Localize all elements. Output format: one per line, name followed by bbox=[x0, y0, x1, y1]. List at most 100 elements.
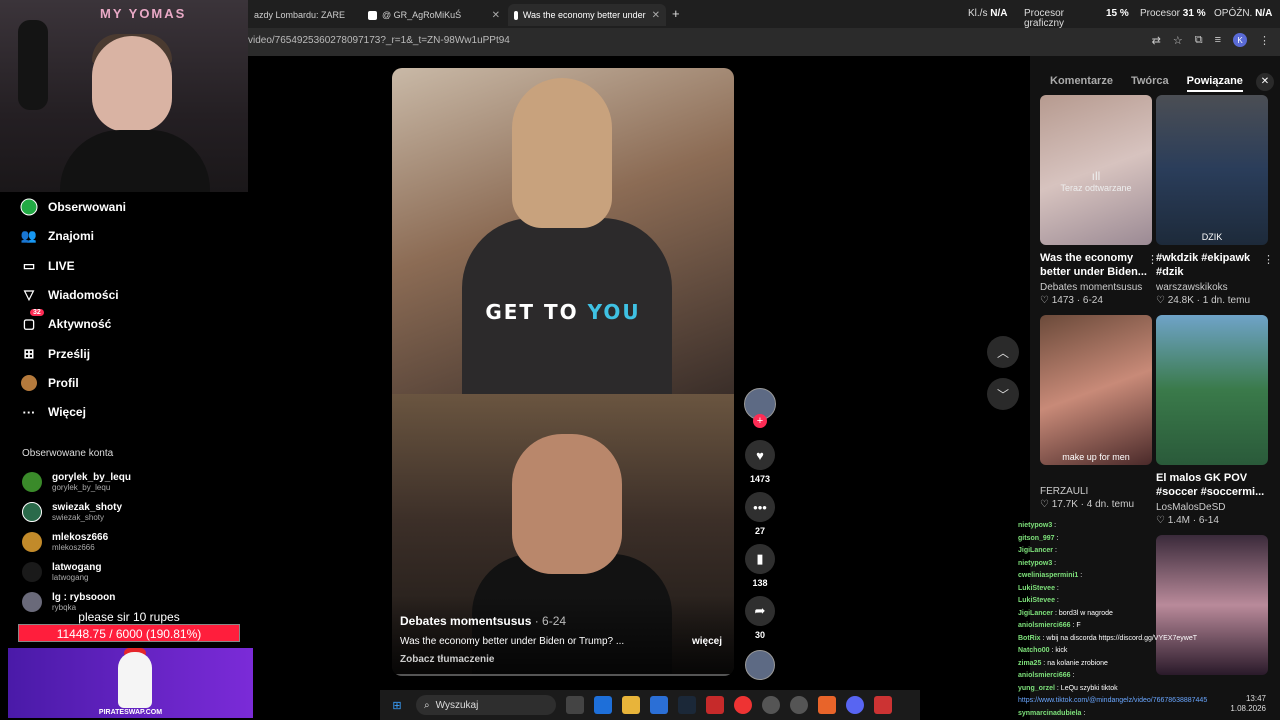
sidebar-item-friends[interactable]: 👥 Znajomi bbox=[20, 224, 94, 248]
chat-message: aniolsmierci666 : bbox=[1018, 672, 1075, 679]
like-button[interactable]: ♥ 1473 bbox=[745, 440, 775, 484]
sidebar-item-profile[interactable]: Profil bbox=[20, 371, 79, 395]
reading-list-icon[interactable]: ≡ bbox=[1215, 34, 1221, 46]
toolbar-icons: ⇄ ☆ ⧉ ≡ K ⋮ bbox=[1152, 33, 1270, 47]
extensions-icon[interactable]: ⧉ bbox=[1195, 34, 1203, 47]
translate-link[interactable]: Zobacz tłumaczenie bbox=[400, 654, 494, 665]
chat-user: Natcho00 bbox=[1018, 647, 1050, 654]
sound-avatar[interactable] bbox=[745, 650, 775, 680]
browser-tab-2[interactable]: @ GR_AgRoMiKuŚ ✕ bbox=[362, 4, 506, 26]
browser-tab-active[interactable]: Was the economy better under ✕ bbox=[508, 4, 666, 26]
discord-icon[interactable] bbox=[846, 696, 864, 714]
sidebar-item-live[interactable]: ▭ LIVE bbox=[20, 254, 75, 278]
author-name: Debates momentsusus bbox=[400, 614, 532, 628]
card-stats: ♡ 24.8K · 1 dn. temu bbox=[1156, 295, 1251, 306]
chat-text: F bbox=[1076, 622, 1081, 629]
profile-avatar[interactable]: K bbox=[1233, 33, 1247, 47]
new-tab-button[interactable]: + bbox=[672, 6, 680, 21]
more-options-icon[interactable]: ⋮ bbox=[1263, 253, 1274, 266]
chat-text: bord3l w nagrode bbox=[1058, 609, 1113, 617]
close-icon[interactable]: ✕ bbox=[646, 10, 660, 21]
speaker-woman bbox=[512, 78, 612, 228]
search-placeholder: Wyszukaj bbox=[435, 699, 479, 711]
more-button[interactable]: więcej bbox=[692, 636, 722, 647]
video-thumbnail: DZIK bbox=[1156, 95, 1268, 245]
live-icon: ▭ bbox=[22, 258, 36, 273]
card-title: #wkdzik #ekipawk #dzik bbox=[1156, 252, 1251, 278]
avatar bbox=[22, 502, 42, 522]
address-bar[interactable]: video/7654925360278097173?_r=1&_t=ZN-98W… bbox=[248, 28, 1280, 56]
comment-button[interactable]: ••• 27 bbox=[745, 492, 775, 536]
sidebar-item-more[interactable]: ··· Więcej bbox=[20, 400, 86, 424]
bookmark-icon: ▮ bbox=[745, 544, 775, 574]
taskbar-search[interactable]: ⌕ Wyszukaj bbox=[416, 695, 556, 715]
sidebar-item-messages[interactable]: ▽ Wiadomości bbox=[20, 283, 119, 307]
related-video-card[interactable]: DZIK #wkdzik #ekipawk #dzik warszawskiko… bbox=[1156, 95, 1274, 306]
previous-video-button[interactable]: ︿ bbox=[987, 336, 1019, 368]
stream-chat: nietypow3 : gitson_997 : JigiLancer : ni… bbox=[1018, 520, 1280, 720]
mail-icon[interactable] bbox=[594, 696, 612, 714]
chat-user: JigiLancer bbox=[1018, 547, 1054, 554]
follow-plus-icon[interactable]: + bbox=[753, 414, 767, 428]
windows-start-icon[interactable]: ⊞ bbox=[388, 696, 406, 714]
folder-icon[interactable] bbox=[622, 696, 640, 714]
close-icon[interactable]: ✕ bbox=[345, 10, 346, 21]
related-video-card[interactable]: El malos GK POV #soccer #soccermi... Los… bbox=[1156, 315, 1268, 526]
translate-icon[interactable]: ⇄ bbox=[1152, 34, 1161, 47]
account-name: mlekosz666 bbox=[52, 532, 109, 543]
close-icon[interactable]: ✕ bbox=[1256, 73, 1274, 91]
menu-icon[interactable]: ⋮ bbox=[1259, 34, 1270, 47]
task-view-icon[interactable] bbox=[566, 696, 584, 714]
browser-tab-1[interactable]: azdy Lombardu: ZARE ✕ bbox=[248, 4, 346, 26]
ad-label: PIRATESWAP.COM bbox=[98, 709, 163, 716]
video-author[interactable]: Debates momentsusus · 6-24 bbox=[400, 614, 566, 628]
chat-user: nietypow3 bbox=[1018, 559, 1053, 567]
share-button[interactable]: ➦ 30 bbox=[745, 596, 775, 640]
card-title bbox=[1040, 471, 1152, 485]
shield-icon[interactable] bbox=[874, 696, 892, 714]
sidebar-item-followed[interactable]: Obserwowani bbox=[20, 195, 126, 219]
followed-account[interactable]: lg : rybsooon rybqka bbox=[22, 592, 115, 612]
close-icon[interactable]: ✕ bbox=[486, 10, 500, 21]
account-name: swiezak_shoty bbox=[52, 502, 123, 513]
tab-creator[interactable]: Twórca bbox=[1131, 75, 1169, 92]
followed-account[interactable]: mlekosz666 mlekosz666 bbox=[22, 532, 108, 552]
tab-comments[interactable]: Komentarze bbox=[1050, 75, 1113, 92]
next-video-button[interactable]: ﹀ bbox=[987, 378, 1019, 410]
video-player[interactable]: GET TO YOU Debates momentsusus · 6-24 Wa… bbox=[392, 68, 734, 676]
save-button[interactable]: ▮ 138 bbox=[745, 544, 775, 588]
tab-related[interactable]: Powiązane bbox=[1186, 75, 1243, 92]
like-count: 1473 bbox=[749, 474, 771, 484]
perf-gpu-label: Procesor graficzny bbox=[1024, 8, 1065, 29]
system-clock[interactable]: 13:47 1.08.2026 bbox=[1230, 694, 1266, 714]
sidebar-item-label: Znajomi bbox=[48, 229, 95, 243]
followed-account[interactable]: gorylek_by_lequ gorylek_by_lequ bbox=[22, 472, 131, 492]
chat-message: nietypow3 : bbox=[1018, 559, 1057, 567]
followed-account[interactable]: latwogang latwogang bbox=[22, 562, 101, 582]
url-text[interactable]: video/7654925360278097173?_r=1&_t=ZN-98W… bbox=[248, 35, 510, 46]
perf-kl-label: Kl./s bbox=[968, 8, 988, 19]
bookmark-star-icon[interactable]: ☆ bbox=[1173, 34, 1183, 47]
app-icon-2[interactable] bbox=[818, 696, 836, 714]
chat-message: zima25 : na kolanie zrobione bbox=[1018, 659, 1108, 667]
followed-account[interactable]: swiezak_shoty swiezak_shoty bbox=[22, 502, 122, 522]
steam-icon[interactable] bbox=[678, 696, 696, 714]
related-video-card[interactable]: make up for men FERZAULI ♡ 17.7K · 4 dn.… bbox=[1040, 315, 1152, 510]
sidebar-item-upload[interactable]: ⊞ Prześlij bbox=[20, 342, 90, 366]
obs-icon-2[interactable] bbox=[790, 696, 808, 714]
chat-user: zima25 bbox=[1018, 659, 1042, 667]
store-icon[interactable] bbox=[650, 696, 668, 714]
app-icon[interactable] bbox=[706, 696, 724, 714]
chrome-icon[interactable] bbox=[734, 696, 752, 714]
card-author: LosMalosDeSD bbox=[1156, 502, 1226, 513]
pirateswap-ad: PIRATESWAP.COM bbox=[8, 648, 253, 718]
sidebar-item-activity[interactable]: ▢ 32 Aktywność bbox=[20, 309, 111, 336]
heart-icon: ♥ bbox=[745, 440, 775, 470]
comment-count: 27 bbox=[754, 526, 765, 536]
card-author: warszawskikoks bbox=[1156, 282, 1228, 293]
save-count: 138 bbox=[752, 578, 768, 588]
related-video-card[interactable]: ıll Teraz odtwarzane Was the economy bett… bbox=[1040, 95, 1158, 306]
obs-icon[interactable] bbox=[762, 696, 780, 714]
search-icon: ⌕ bbox=[424, 699, 430, 711]
video-progress-bar[interactable] bbox=[392, 674, 734, 676]
